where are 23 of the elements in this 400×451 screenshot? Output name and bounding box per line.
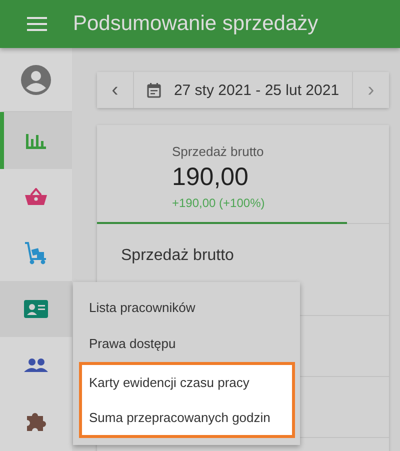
people-icon [24,358,48,372]
menu-icon[interactable] [27,16,47,32]
menu-item[interactable]: Lista pracowników [73,290,300,326]
puzzle-icon [25,410,47,432]
date-range-button[interactable]: 27 sty 2021 - 25 lut 2021 [133,72,353,108]
page-title: Podsumowanie sprzedaży [73,12,318,36]
previous-button[interactable]: ‹ [97,72,133,108]
profile-icon [20,64,52,96]
hand-truck-icon [24,241,48,265]
menu-item[interactable]: Suma przepracowanych godzin [82,400,292,435]
menu-item[interactable]: Karty ewidencji czasu pracy [82,365,292,400]
calendar-icon [146,82,161,98]
summary-tab[interactable]: Sprzedaż brutto 190,00 +190,00 (+100%) [97,125,347,224]
sidebar-item[interactable] [0,281,72,337]
id-card-icon [24,300,48,318]
bar-chart-icon [26,132,46,148]
sales-value: 190,00 [172,163,248,192]
sidebar-item[interactable] [0,112,72,169]
sales-change: +190,00 (+100%) [172,196,265,210]
menu-item[interactable]: Prawa dostępu [73,326,300,362]
tab-label: Sprzedaż brutto [172,144,264,159]
section-title: Sprzedaż brutto [120,246,235,266]
basket-icon [25,188,47,206]
